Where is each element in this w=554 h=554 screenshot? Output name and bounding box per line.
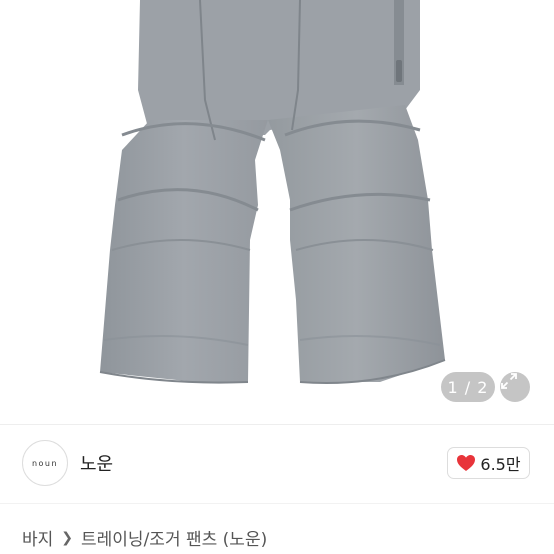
store-row[interactable]: noun 노운 6.5만 <box>0 425 554 503</box>
divider <box>0 503 554 504</box>
heart-icon <box>457 455 476 471</box>
image-counter: 1 / 2 <box>441 372 495 402</box>
product-image <box>99 0 446 385</box>
breadcrumb-item-category[interactable]: 바지 <box>22 525 53 550</box>
product-image-gallery[interactable]: 1 / 2 <box>0 0 554 424</box>
store-avatar[interactable]: noun <box>22 440 68 486</box>
breadcrumb: 바지 ❯ 트레이닝/조거 팬츠 (노운) <box>22 525 267 551</box>
store-logo-text: noun <box>31 458 59 468</box>
like-button[interactable]: 6.5만 <box>447 447 530 479</box>
store-name[interactable]: 노운 <box>80 450 113 476</box>
chevron-right-icon: ❯ <box>61 529 74 546</box>
expand-icon <box>501 373 517 389</box>
like-count: 6.5만 <box>480 455 521 474</box>
expand-button[interactable] <box>500 372 530 402</box>
breadcrumb-item-subcategory[interactable]: 트레이닝/조거 팬츠 (노운) <box>81 525 267 550</box>
